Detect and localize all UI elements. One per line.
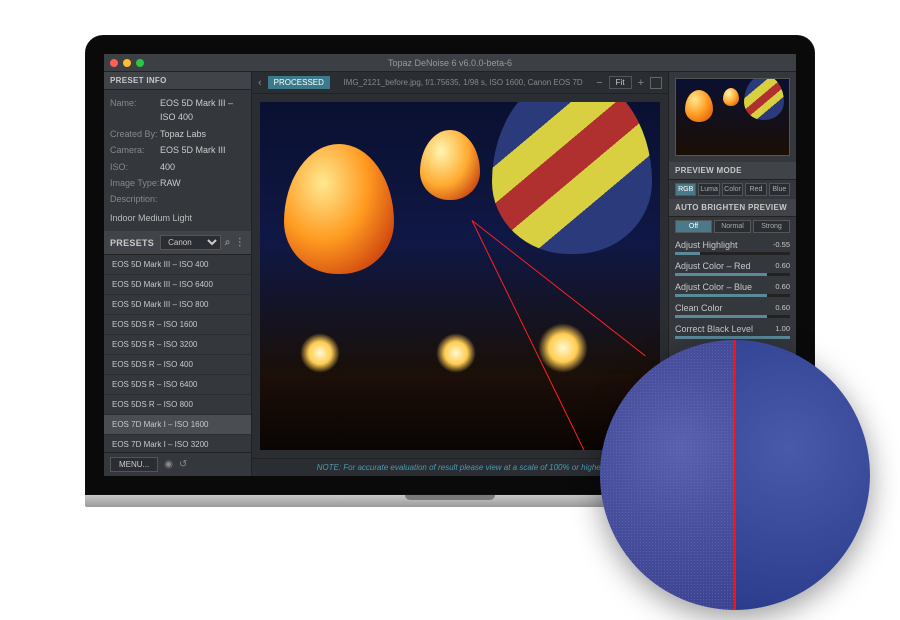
window-title: Topaz DeNoise 6 v6.0.0-beta-6 (388, 58, 512, 68)
info-label: Name: (110, 96, 160, 125)
info-row: Description: (110, 192, 245, 206)
auto-brighten-header: AUTO BRIGHTEN PREVIEW (669, 199, 796, 217)
navigator-thumbnail (675, 78, 790, 156)
info-label: Description: (110, 192, 160, 206)
info-label: Created By: (110, 127, 160, 141)
preset-item[interactable]: EOS 5DS R – ISO 3200 (104, 335, 251, 355)
preset-item[interactable]: EOS 7D Mark I – ISO 1600 (104, 415, 251, 435)
slider-label: Adjust Highlight (675, 240, 738, 250)
info-row: ISO:400 (110, 160, 245, 174)
navigator-panel[interactable] (669, 72, 796, 162)
view-mode-icon[interactable] (650, 77, 662, 89)
magnifier-before (600, 340, 735, 610)
preview-mode-segment: RGBLumaColorRedBlue (669, 180, 796, 199)
preset-item[interactable]: EOS 5DS R – ISO 400 (104, 355, 251, 375)
slider-label: Clean Color (675, 303, 723, 313)
preset-item[interactable]: EOS 5DS R – ISO 6400 (104, 375, 251, 395)
info-value: 400 (160, 160, 245, 174)
slider-control: Clean Color 0.60 (675, 303, 790, 318)
segment-option[interactable]: Strong (753, 220, 790, 233)
zoom-out-icon[interactable]: − (596, 77, 602, 89)
zoom-in-icon[interactable]: + (638, 77, 644, 89)
snapshot-icon[interactable]: ◉ (164, 459, 173, 470)
slider-control: Adjust Color – Blue 0.60 (675, 282, 790, 297)
segment-option[interactable]: RGB (675, 183, 696, 196)
main-toolbar: ‹ PROCESSED IMG_2121_before.jpg, f/1.756… (252, 72, 668, 94)
maximize-icon[interactable] (136, 59, 144, 67)
preset-item[interactable]: EOS 7D Mark I – ISO 3200 (104, 435, 251, 452)
close-icon[interactable] (110, 59, 118, 67)
segment-option[interactable]: Normal (714, 220, 751, 233)
slider-value: -0.55 (764, 240, 790, 250)
balloon-graphic (492, 102, 652, 254)
nav-back-icon[interactable]: ‹ (258, 77, 262, 89)
processed-tab[interactable]: PROCESSED (268, 76, 330, 89)
info-row: Name:EOS 5D Mark III – ISO 400 (110, 96, 245, 125)
file-info-label: IMG_2121_before.jpg, f/1.75635, 1/98 s, … (336, 78, 590, 87)
slider-control: Adjust Highlight -0.55 (675, 240, 790, 255)
preset-description: Indoor Medium Light (110, 211, 245, 225)
left-sidebar: PRESET INFO Name:EOS 5D Mark III – ISO 4… (104, 72, 252, 476)
more-icon[interactable]: ⋮ (235, 237, 245, 248)
info-value (160, 192, 245, 206)
preview-mode-header: PREVIEW MODE (669, 162, 796, 180)
slider-value: 0.60 (764, 282, 790, 292)
info-label: Camera: (110, 143, 160, 157)
segment-option[interactable]: Blue (769, 183, 790, 196)
info-value: RAW (160, 176, 245, 190)
menu-button[interactable]: MENU... (110, 457, 158, 472)
slider-track[interactable] (675, 273, 790, 276)
preset-info-header: PRESET INFO (104, 72, 251, 90)
info-row: Created By:Topaz Labs (110, 127, 245, 141)
slider-control: Correct Black Level 1.00 (675, 324, 790, 339)
slider-label: Adjust Color – Blue (675, 282, 752, 292)
magnifier-after (735, 340, 870, 610)
slider-label: Correct Black Level (675, 324, 753, 334)
slider-value: 0.60 (764, 261, 790, 271)
info-row: Image Type:RAW (110, 176, 245, 190)
segment-option[interactable]: Off (675, 220, 712, 233)
info-value: EOS 5D Mark III – ISO 400 (160, 96, 245, 125)
segment-option[interactable]: Luma (698, 183, 719, 196)
traffic-lights (110, 59, 144, 67)
minimize-icon[interactable] (123, 59, 131, 67)
fit-button[interactable]: Fit (609, 76, 632, 89)
slider-value: 1.00 (764, 324, 790, 334)
preset-item[interactable]: EOS 5DS R – ISO 1600 (104, 315, 251, 335)
slider-track[interactable] (675, 252, 790, 255)
slider-track[interactable] (675, 294, 790, 297)
info-label: ISO: (110, 160, 160, 174)
presets-header: PRESETS Canon ⌕ ⋮ (104, 231, 251, 255)
window-titlebar: Topaz DeNoise 6 v6.0.0-beta-6 (104, 54, 796, 72)
slider-value: 0.60 (764, 303, 790, 313)
presets-filter-select[interactable]: Canon (160, 235, 221, 250)
info-value: EOS 5D Mark III (160, 143, 245, 157)
slider-track[interactable] (675, 336, 790, 339)
balloon-graphic (420, 130, 480, 200)
preset-info-panel: Name:EOS 5D Mark III – ISO 400Created By… (104, 90, 251, 231)
balloon-graphic (284, 144, 394, 274)
segment-option[interactable]: Color (722, 183, 743, 196)
slider-control: Adjust Color – Red 0.60 (675, 261, 790, 276)
segment-option[interactable]: Red (745, 183, 766, 196)
preset-item[interactable]: EOS 5DS R – ISO 800 (104, 395, 251, 415)
preset-item[interactable]: EOS 5D Mark III – ISO 800 (104, 295, 251, 315)
preset-item[interactable]: EOS 5D Mark III – ISO 6400 (104, 275, 251, 295)
preset-item[interactable]: EOS 5D Mark III – ISO 400 (104, 255, 251, 275)
auto-brighten-segment: OffNormalStrong (669, 217, 796, 236)
left-footer: MENU... ◉ ↺ (104, 452, 251, 476)
reset-icon[interactable]: ↺ (179, 459, 187, 470)
slider-track[interactable] (675, 315, 790, 318)
magnifier-divider (734, 340, 736, 610)
preset-list[interactable]: EOS 5D Mark III – ISO 400EOS 5D Mark III… (104, 255, 251, 452)
search-icon[interactable]: ⌕ (225, 237, 231, 248)
info-value: Topaz Labs (160, 127, 245, 141)
info-row: Camera:EOS 5D Mark III (110, 143, 245, 157)
slider-label: Adjust Color – Red (675, 261, 751, 271)
magnifier-overlay (600, 340, 870, 610)
info-label: Image Type: (110, 176, 160, 190)
